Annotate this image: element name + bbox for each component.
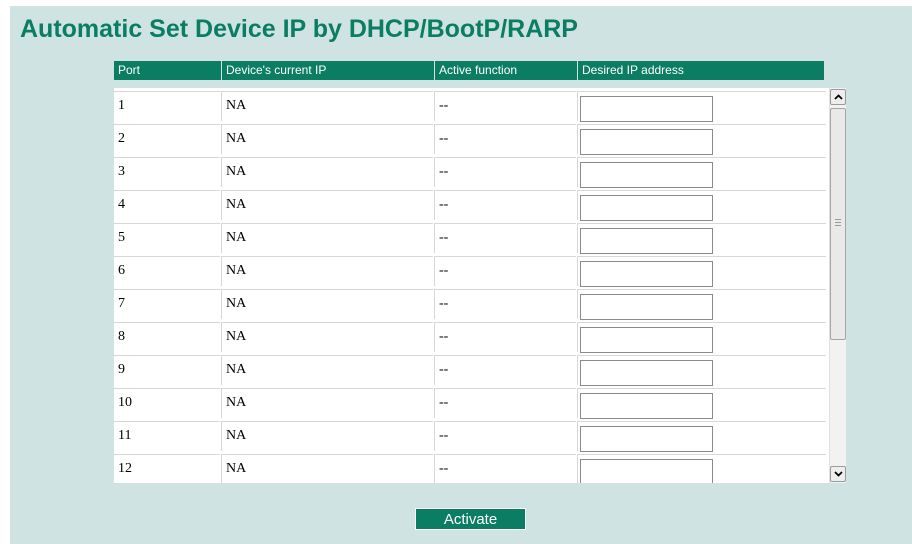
- current-ip-cell: NA: [221, 322, 433, 352]
- desired-ip-cell: [577, 157, 826, 188]
- desired-ip-input[interactable]: [580, 228, 713, 254]
- port-cell: 3: [114, 157, 220, 187]
- active-function-cell: --: [434, 421, 576, 451]
- active-function-cell: --: [434, 124, 576, 154]
- current-ip-cell: NA: [221, 157, 433, 187]
- port-cell: 11: [114, 421, 220, 451]
- current-ip-cell: NA: [221, 355, 433, 385]
- desired-ip-input[interactable]: [580, 294, 713, 320]
- current-ip-cell: NA: [221, 124, 433, 154]
- desired-ip-input[interactable]: [580, 360, 713, 386]
- desired-ip-cell: [577, 190, 826, 221]
- active-function-cell: --: [434, 289, 576, 319]
- port-cell: 1: [114, 91, 220, 121]
- activate-button[interactable]: Activate: [415, 508, 526, 530]
- column-header-port: Port: [118, 63, 141, 77]
- desired-ip-cell: [577, 256, 826, 287]
- column-header-desired-ip: Desired IP address: [577, 61, 824, 80]
- desired-ip-input[interactable]: [580, 327, 713, 353]
- port-list[interactable]: 1 NA -- 2 NA -- 3 NA -- 4 NA -- 5 NA -- 6 NA -- 7 NA -- 8 NA --…: [114, 88, 846, 483]
- table-row: 4 NA --: [114, 187, 826, 221]
- desired-ip-cell: [577, 223, 826, 254]
- active-function-cell: --: [434, 322, 576, 352]
- active-function-cell: --: [434, 256, 576, 286]
- table-row: 6 NA --: [114, 253, 826, 287]
- desired-ip-cell: [577, 289, 826, 320]
- scroll-up-button[interactable]: [830, 89, 846, 105]
- table-row: 7 NA --: [114, 286, 826, 320]
- current-ip-cell: NA: [221, 421, 433, 451]
- table-row: 3 NA --: [114, 154, 826, 188]
- port-cell: 4: [114, 190, 220, 220]
- table-row: 5 NA --: [114, 220, 826, 254]
- active-function-cell: --: [434, 454, 576, 483]
- desired-ip-input[interactable]: [580, 261, 713, 287]
- desired-ip-cell: [577, 91, 826, 122]
- table-row: 9 NA --: [114, 352, 826, 386]
- port-cell: 6: [114, 256, 220, 286]
- desired-ip-input[interactable]: [580, 162, 713, 188]
- desired-ip-cell: [577, 322, 826, 353]
- table-row: 8 NA --: [114, 319, 826, 353]
- port-rows: 1 NA -- 2 NA -- 3 NA -- 4 NA -- 5 NA -- 6 NA -- 7 NA -- 8 NA --…: [114, 88, 826, 483]
- port-cell: 5: [114, 223, 220, 253]
- desired-ip-cell: [577, 355, 826, 386]
- table-row: 2 NA --: [114, 121, 826, 155]
- table-row: 10 NA --: [114, 385, 826, 419]
- scroll-down-button[interactable]: [830, 466, 846, 482]
- page-title: Automatic Set Device IP by DHCP/BootP/RA…: [20, 15, 578, 43]
- desired-ip-cell: [577, 421, 826, 452]
- table-row: 11 NA --: [114, 418, 826, 452]
- current-ip-cell: NA: [221, 454, 433, 483]
- table-row: 1 NA --: [114, 88, 826, 122]
- active-function-cell: --: [434, 388, 576, 418]
- port-cell: 2: [114, 124, 220, 154]
- active-function-cell: --: [434, 190, 576, 220]
- active-function-cell: --: [434, 355, 576, 385]
- column-header-active-function: Active function: [434, 61, 577, 80]
- active-function-cell: --: [434, 91, 576, 121]
- vertical-scrollbar[interactable]: [829, 88, 846, 483]
- scroll-thumb[interactable]: [830, 108, 846, 340]
- desired-ip-cell: [577, 454, 826, 483]
- desired-ip-input[interactable]: [580, 426, 713, 452]
- desired-ip-input[interactable]: [580, 96, 713, 122]
- current-ip-cell: NA: [221, 388, 433, 418]
- desired-ip-input[interactable]: [580, 393, 713, 419]
- scroll-thumb-grip: [835, 219, 841, 228]
- desired-ip-cell: [577, 388, 826, 419]
- active-function-cell: --: [434, 223, 576, 253]
- column-header-current-ip: Device's current IP: [221, 61, 434, 80]
- chevron-up-icon: [834, 94, 843, 100]
- current-ip-cell: NA: [221, 289, 433, 319]
- table-header: Port Device's current IP Active function…: [114, 61, 824, 80]
- desired-ip-input[interactable]: [580, 459, 713, 483]
- current-ip-cell: NA: [221, 190, 433, 220]
- current-ip-cell: NA: [221, 256, 433, 286]
- table-row: 12 NA --: [114, 451, 826, 483]
- desired-ip-cell: [577, 124, 826, 155]
- port-cell: 7: [114, 289, 220, 319]
- current-ip-cell: NA: [221, 223, 433, 253]
- current-ip-cell: NA: [221, 91, 433, 121]
- port-cell: 8: [114, 322, 220, 352]
- port-cell: 9: [114, 355, 220, 385]
- chevron-down-icon: [834, 471, 843, 477]
- port-cell: 12: [114, 454, 220, 483]
- port-cell: 10: [114, 388, 220, 418]
- desired-ip-input[interactable]: [580, 129, 713, 155]
- desired-ip-input[interactable]: [580, 195, 713, 221]
- active-function-cell: --: [434, 157, 576, 187]
